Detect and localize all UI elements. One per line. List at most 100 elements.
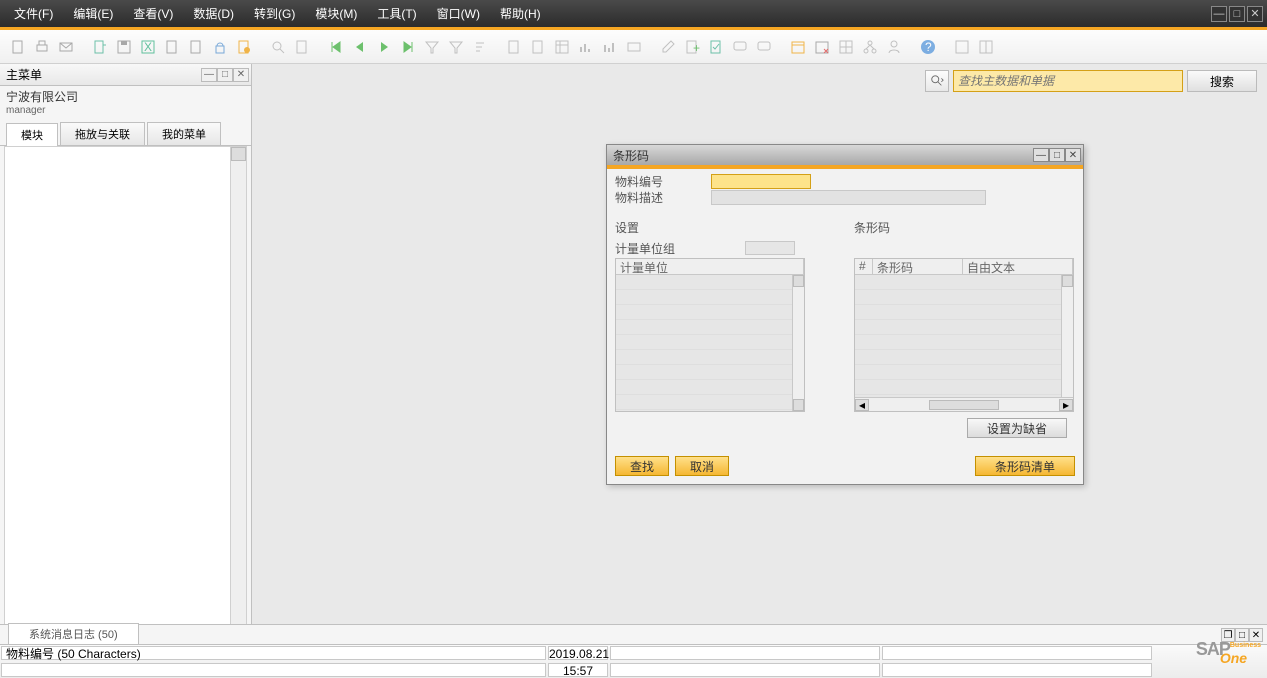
chart2-icon[interactable] [600,37,620,57]
find-button[interactable]: 查找 [615,456,669,476]
app-maximize-icon[interactable]: □ [1229,6,1245,22]
hscroll-right-icon[interactable]: ▸ [1059,399,1073,411]
uom-grid-scrollbar[interactable] [792,275,804,411]
doc1-icon[interactable] [504,37,524,57]
refresh-icon[interactable] [234,37,254,57]
scroll-up-icon[interactable] [231,147,246,161]
svg-text:?: ? [925,40,932,54]
status-time: 15:57 [548,663,608,677]
chat2-icon[interactable] [754,37,774,57]
pdf-icon[interactable] [186,37,206,57]
app-close-icon[interactable]: ✕ [1247,6,1263,22]
item-desc-label: 物料描述 [615,189,711,206]
add-icon[interactable] [292,37,312,57]
menu-window[interactable]: 窗口(W) [427,5,490,22]
status-blank3 [1,663,546,677]
sidebar-tabs: 模块 拖放与关联 我的菜单 [0,122,251,146]
barcode-dialog: 条形码 — □ ✕ 物料编号 物料描述 [606,144,1084,485]
tree-scrollbar[interactable] [230,147,246,643]
last-icon[interactable] [398,37,418,57]
hscroll-left-icon[interactable]: ◂ [855,399,869,411]
print-icon[interactable] [32,37,52,57]
uom-group-label: 计量单位组 [615,240,745,257]
menu-goto[interactable]: 转到(G) [244,5,305,22]
mail-icon[interactable] [56,37,76,57]
dialog-title: 条形码 [613,147,649,164]
barcode-list-button[interactable]: 条形码清单 [975,456,1075,476]
status-blank4 [610,663,880,677]
search-input[interactable] [953,70,1183,92]
filter-icon[interactable] [446,37,466,57]
dialog-close-icon[interactable]: ✕ [1065,148,1081,162]
first-icon[interactable] [326,37,346,57]
doc2-icon[interactable] [528,37,548,57]
prev-icon[interactable] [350,37,370,57]
main-menu-title: 主菜单 [6,66,42,83]
new-doc-icon[interactable]: + [682,37,702,57]
main-menu-titlebar: 主菜单 — □ ✕ [0,64,251,86]
uom-grid[interactable]: 计量单位 [615,258,805,412]
barcode-header: 条形码 [854,219,1075,236]
menu-view[interactable]: 查看(V) [123,5,183,22]
chat1-icon[interactable] [730,37,750,57]
lock-icon[interactable] [210,37,230,57]
filter-off-icon[interactable] [422,37,442,57]
tab-dragdrop[interactable]: 拖放与关联 [60,122,145,145]
system-log-tab[interactable]: 系统消息日志 (50) [8,623,139,644]
panel-close-icon[interactable]: ✕ [233,68,249,82]
layout2-icon[interactable] [976,37,996,57]
status-bar: 物料编号 (50 Characters) 2019.08.21 15:57 SA… [0,644,1267,678]
menu-help[interactable]: 帮助(H) [490,5,551,22]
find-icon[interactable] [268,37,288,57]
chart1-icon[interactable] [576,37,596,57]
menu-file[interactable]: 文件(F) [4,5,63,22]
col-barcode: 条形码 [873,259,963,274]
menu-modules[interactable]: 模块(M) [305,5,367,22]
panel-minimize-icon[interactable]: — [201,68,217,82]
search-dropdown-icon[interactable] [925,70,949,92]
tree-icon[interactable] [860,37,880,57]
barcode-grid[interactable]: # 条形码 自由文本 ◂ ▸ [854,258,1074,412]
user-role: manager [6,105,245,116]
grid-icon[interactable] [836,37,856,57]
search-button[interactable]: 搜索 [1187,70,1257,92]
save-icon[interactable] [114,37,134,57]
chart3-icon[interactable] [624,37,644,57]
status-blank2 [882,646,1152,660]
tab-modules[interactable]: 模块 [6,123,58,146]
edit-icon[interactable] [658,37,678,57]
barcode-grid-vscroll[interactable] [1061,275,1073,411]
set-default-button[interactable]: 设置为缺省 [967,418,1067,438]
export-icon[interactable] [90,37,110,57]
menu-edit[interactable]: 编辑(E) [63,5,123,22]
cancel-button[interactable]: 取消 [675,456,729,476]
barcode-grid-hscroll[interactable]: ◂ ▸ [855,397,1073,411]
col-freetext: 自由文本 [963,259,1073,274]
menu-data[interactable]: 数据(D) [183,5,244,22]
status-blank1 [610,646,880,660]
sap-logo: SAPBusinessOne [1196,639,1261,676]
excel-icon[interactable]: X [138,37,158,57]
approve-icon[interactable] [706,37,726,57]
doc3-icon[interactable] [552,37,572,57]
help-icon[interactable]: ? [918,37,938,57]
tab-mymenu[interactable]: 我的菜单 [147,122,221,145]
menu-bar: 文件(F) 编辑(E) 查看(V) 数据(D) 转到(G) 模块(M) 工具(T… [0,0,1267,27]
dialog-titlebar[interactable]: 条形码 — □ ✕ [607,145,1083,165]
calendar-icon[interactable] [788,37,808,57]
dialog-maximize-icon[interactable]: □ [1049,148,1065,162]
app-minimize-icon[interactable]: — [1211,6,1227,22]
new-icon[interactable] [8,37,28,57]
word-icon[interactable] [162,37,182,57]
dialog-minimize-icon[interactable]: — [1033,148,1049,162]
next-icon[interactable] [374,37,394,57]
sort-icon[interactable] [470,37,490,57]
company-name: 宁波有限公司 [6,88,245,105]
svg-text:+: + [693,41,700,55]
user-icon[interactable] [884,37,904,57]
item-code-field[interactable] [711,174,811,189]
menu-tools[interactable]: 工具(T) [367,5,426,22]
cal-x-icon[interactable] [812,37,832,57]
layout1-icon[interactable] [952,37,972,57]
panel-maximize-icon[interactable]: □ [217,68,233,82]
